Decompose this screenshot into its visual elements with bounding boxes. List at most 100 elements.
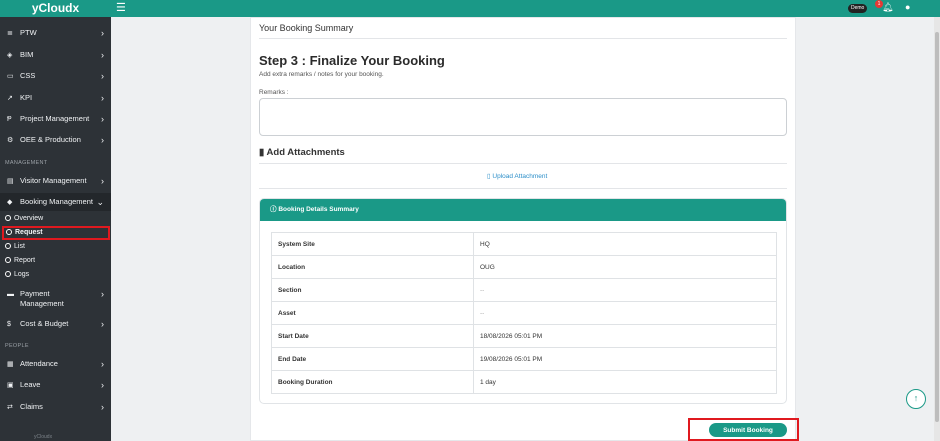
step-title: Step 3 : Finalize Your Booking (259, 53, 445, 68)
detail-key: Booking Duration (271, 370, 474, 394)
user-icon[interactable]: ● (905, 2, 910, 12)
booking-details-title: Booking Details Summary (278, 206, 359, 213)
sidebar-item-label: Claims (20, 402, 43, 411)
table-row: Location OUG (271, 255, 777, 279)
upload-attachment-link[interactable]: ▯ Upload Attachment (487, 172, 547, 180)
gear-icon: ⚙ (7, 137, 14, 144)
upload-file-icon: ▯ (487, 173, 491, 180)
bell-icon[interactable]: 🔔︎ (882, 2, 893, 13)
subitem-label: Report (14, 257, 36, 264)
sidebar-subitem-list[interactable]: List (5, 241, 110, 253)
chevron-right-icon: › (101, 319, 104, 329)
circle-icon (5, 257, 11, 263)
calendar-icon: ▦ (7, 361, 14, 368)
detail-key: End Date (271, 347, 474, 371)
brand-logo[interactable]: yCloudx (0, 0, 111, 17)
sidebar-subitem-request[interactable]: Request (2, 226, 110, 240)
remarks-label: Remarks : (259, 89, 289, 96)
kpi-icon: ↗ (7, 95, 13, 102)
detail-key: Section (271, 278, 474, 302)
circle-icon (5, 271, 11, 277)
sidebar-item-visitor-management[interactable]: ▤ Visitor Management › (0, 172, 111, 190)
sidebar-subitem-report[interactable]: Report (5, 255, 110, 267)
chevron-right-icon: › (101, 289, 104, 299)
claims-icon: ⇄ (7, 404, 13, 411)
detail-value: -- (473, 278, 777, 302)
chevron-right-icon: › (101, 28, 104, 38)
detail-value: 18/08/2026 05:01 PM (473, 324, 777, 348)
file-icon: ▮ (259, 147, 265, 158)
subitem-label: Logs (14, 271, 30, 278)
payment-icon: ▬ (7, 291, 14, 298)
sidebar-item-kpi[interactable]: ↗ KPI › (0, 89, 111, 107)
detail-key: Location (271, 255, 474, 279)
chevron-right-icon: › (101, 380, 104, 390)
scrollbar[interactable] (934, 17, 940, 441)
sidebar-item-label: PTW (20, 28, 37, 37)
sidebar-item-project-management[interactable]: Ᵽ Project Management › (0, 110, 111, 128)
divider (259, 188, 787, 189)
page-title: Your Booking Summary (259, 23, 354, 33)
table-row: Asset -- (271, 301, 777, 325)
demo-badge[interactable]: Demo (848, 4, 868, 13)
detail-key: Asset (271, 301, 474, 325)
sidebar-item-bim[interactable]: ◈ BIM › (0, 46, 111, 64)
attachments-title: Add Attachments (266, 147, 345, 158)
sidebar-item-ptw[interactable]: ≣ PTW › (0, 24, 111, 42)
sidebar-item-payment-management[interactable]: ▬ Payment Management › (0, 287, 111, 309)
sidebar-subitem-overview[interactable]: Overview (5, 213, 110, 225)
divider (259, 38, 787, 39)
sidebar-item-booking-management[interactable]: ◆ Booking Management ⌄ (0, 193, 111, 211)
hamburger-icon[interactable]: ☰ (116, 2, 126, 14)
sidebar-item-label: OEE & Production (20, 135, 81, 144)
visitor-icon: ▤ (7, 178, 14, 185)
subitem-label: List (14, 243, 25, 250)
dollar-icon: $ (7, 321, 11, 328)
css-icon: ▭ (7, 73, 14, 80)
project-icon: Ᵽ (7, 116, 12, 123)
divider (259, 163, 787, 164)
sidebar-item-claims[interactable]: ⇄ Claims › (0, 398, 111, 416)
sidebar: yCloudx ≣ PTW › ◈ BIM › ▭ CSS › ↗ KPI › Ᵽ Project… (0, 0, 111, 441)
booking-icon: ◆ (7, 199, 13, 206)
footer-logo: yCloudx (34, 434, 53, 440)
submit-booking-button[interactable]: Submit Booking (709, 423, 787, 437)
sidebar-item-label: KPI (20, 93, 33, 102)
scrollbar-thumb[interactable] (935, 32, 939, 422)
arrow-up-icon: ↑ (913, 393, 919, 403)
scroll-to-top-button[interactable]: ↑ (906, 389, 926, 409)
sidebar-item-leave[interactable]: ▣ Leave › (0, 376, 111, 394)
table-row: Section -- (271, 278, 777, 302)
sidebar-item-css[interactable]: ▭ CSS › (0, 67, 111, 85)
detail-value: OUG (473, 255, 777, 279)
submit-highlight-frame: Submit Booking (688, 418, 799, 441)
chevron-right-icon: › (101, 135, 104, 145)
sidebar-item-label: Cost & Budget (20, 319, 69, 328)
sidebar-item-cost-budget[interactable]: $ Cost & Budget › (0, 315, 111, 333)
table-row: Start Date 18/08/2026 05:01 PM (271, 324, 777, 348)
step-subtitle: Add extra remarks / notes for your booki… (259, 71, 384, 78)
sidebar-item-label: Visitor Management (20, 176, 87, 185)
upload-label: Upload Attachment (492, 173, 548, 180)
detail-key: System Site (271, 232, 474, 256)
sidebar-item-label: Leave (20, 380, 41, 389)
sidebar-item-attendance[interactable]: ▦ Attendance › (0, 355, 111, 373)
sidebar-item-label: Payment (20, 289, 50, 298)
attachments-heading: ▮ Add Attachments (259, 147, 345, 158)
ptw-icon: ≣ (7, 30, 13, 37)
detail-value: -- (473, 301, 777, 325)
section-label-management: MANAGEMENT (5, 160, 48, 166)
sidebar-item-label: Attendance (20, 359, 58, 368)
sidebar-item-oee-production[interactable]: ⚙ OEE & Production › (0, 131, 111, 149)
chevron-right-icon: › (101, 114, 104, 124)
booking-details-header: ⓘ Booking Details Summary (260, 199, 786, 221)
sidebar-item-label: CSS (20, 71, 36, 80)
subitem-label: Request (15, 229, 43, 236)
bim-icon: ◈ (7, 52, 13, 59)
top-bar: ☰ Demo 1 🔔︎ ● (111, 0, 940, 17)
circle-icon (5, 243, 11, 249)
sidebar-item-label: Project Management (20, 114, 90, 123)
subitem-label: Overview (14, 215, 44, 222)
sidebar-subitem-logs[interactable]: Logs (5, 269, 110, 281)
remarks-textarea[interactable] (259, 98, 787, 136)
